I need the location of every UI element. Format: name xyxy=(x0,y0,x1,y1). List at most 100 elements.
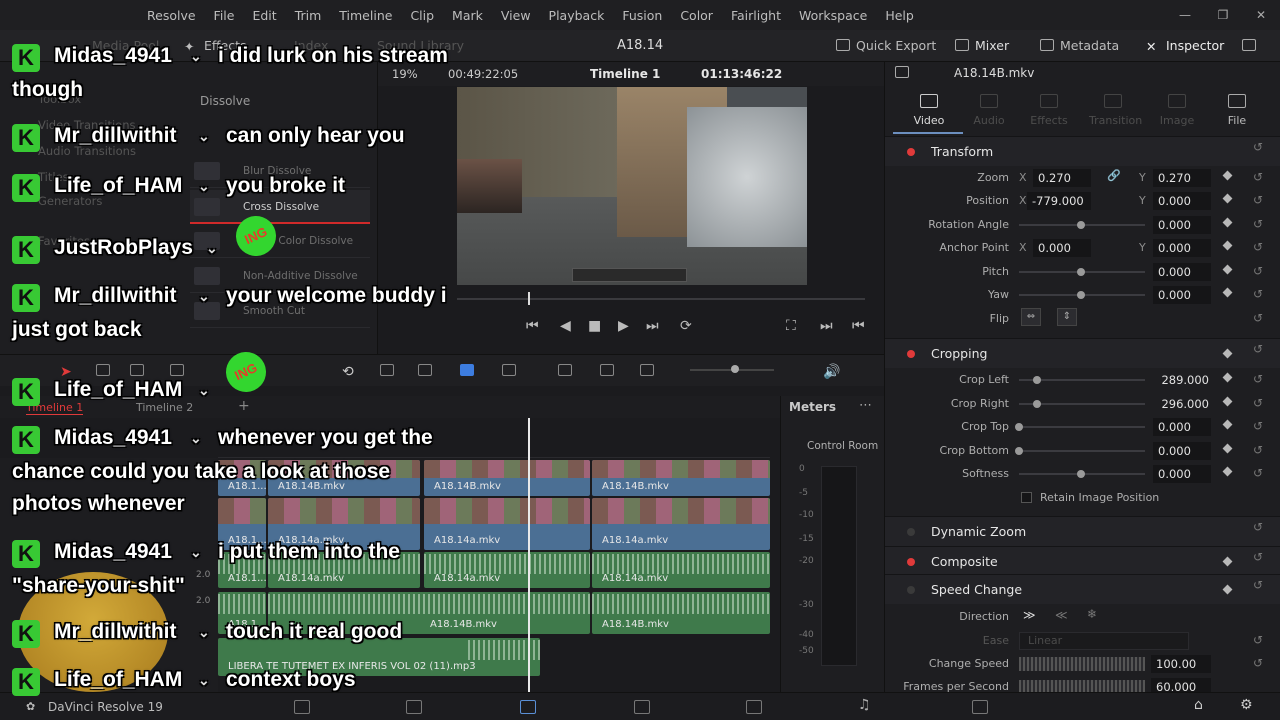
keyframe-icon[interactable] xyxy=(1222,419,1233,430)
reset-icon[interactable]: ↺ xyxy=(1253,240,1263,254)
fusion-page-icon[interactable] xyxy=(634,700,650,714)
transform-section[interactable]: Transform ↺ xyxy=(885,136,1280,166)
menu-edit[interactable]: Edit xyxy=(243,8,285,23)
keyframe-icon[interactable] xyxy=(1222,217,1233,228)
retain-checkbox[interactable] xyxy=(1021,492,1032,503)
loop-icon[interactable]: ⟳ xyxy=(680,318,692,334)
reset-icon[interactable]: ↺ xyxy=(1253,342,1263,356)
menu-help[interactable]: Help xyxy=(876,8,923,23)
generators-item[interactable]: Generators xyxy=(38,194,102,208)
effects-button[interactable]: ✦ Effects xyxy=(184,38,247,54)
anchor-y-field[interactable]: 0.000 xyxy=(1153,239,1211,257)
deliver-page-icon[interactable] xyxy=(972,700,988,714)
clip-v2-b[interactable]: A18.14B.mkv xyxy=(268,460,420,496)
zoom-y-field[interactable]: 0.270 xyxy=(1153,169,1211,187)
dynamic-trim-icon[interactable] xyxy=(130,364,144,376)
fx-smooth-cut[interactable]: Smooth Cut xyxy=(190,294,370,328)
crop-bottom-field[interactable]: 0.000 xyxy=(1153,442,1211,460)
enable-dot[interactable] xyxy=(907,148,915,156)
layout-icon[interactable] xyxy=(1242,38,1262,53)
menu-timeline[interactable]: Timeline xyxy=(330,8,401,23)
keyframe-icon[interactable] xyxy=(1222,264,1233,275)
fx-blur-dissolve[interactable]: Blur Dissolve xyxy=(190,154,370,188)
flip-horizontal-icon[interactable]: ⇔ xyxy=(1021,308,1041,326)
tab-image[interactable]: Image xyxy=(1153,94,1201,127)
fps-slider[interactable] xyxy=(1019,680,1145,692)
menu-trim[interactable]: Trim xyxy=(286,8,331,23)
tab-audio[interactable]: Audio xyxy=(965,94,1013,127)
viewer-playhead[interactable] xyxy=(528,292,530,305)
link-icon[interactable] xyxy=(380,364,394,376)
media-page-icon[interactable] xyxy=(294,700,310,714)
reset-icon[interactable]: ↺ xyxy=(1253,287,1263,301)
menu-fairlight[interactable]: Fairlight xyxy=(722,8,790,23)
slider-knob[interactable] xyxy=(1077,291,1085,299)
reset-icon[interactable]: ↺ xyxy=(1253,443,1263,457)
metadata-button[interactable]: Metadata xyxy=(1040,38,1119,53)
quick-export-button[interactable]: Quick Export xyxy=(836,38,936,53)
menu-file[interactable]: File xyxy=(205,8,244,23)
index-button[interactable]: Index xyxy=(294,38,328,53)
pitch-field[interactable]: 0.000 xyxy=(1153,263,1211,281)
clip-v1-d[interactable]: A18.14a.mkv xyxy=(592,498,770,550)
softness-field[interactable]: 0.000 xyxy=(1153,465,1211,483)
reset-icon[interactable]: ↺ xyxy=(1253,264,1263,278)
menu-mark[interactable]: Mark xyxy=(443,8,492,23)
clip-v2-d[interactable]: A18.14B.mkv xyxy=(592,460,770,496)
zoom-x-field[interactable]: 0.270 xyxy=(1033,169,1091,187)
slider-knob[interactable] xyxy=(1077,470,1085,478)
timeline-selector[interactable]: Timeline 1 xyxy=(590,67,660,81)
inspector-button[interactable]: ✕ Inspector xyxy=(1146,38,1224,54)
play-icon[interactable]: ▶ xyxy=(618,318,629,334)
timeline-playhead[interactable] xyxy=(528,418,530,692)
reverse-icon[interactable]: ◀ xyxy=(560,318,571,334)
forward-icon[interactable]: ≫ xyxy=(1023,608,1036,622)
reset-icon[interactable]: ↺ xyxy=(1253,193,1263,207)
sound-library-button[interactable]: Sound Library xyxy=(377,38,464,53)
enable-dot[interactable] xyxy=(907,586,915,594)
keyframe-icon[interactable] xyxy=(1222,348,1233,359)
clip-a1-c[interactable]: A18.14a.mkv xyxy=(424,552,590,588)
position-y-field[interactable]: 0.000 xyxy=(1153,192,1211,210)
clip-a2-a[interactable]: A18.1... xyxy=(218,592,266,634)
fx-non-additive[interactable]: Non-Additive Dissolve xyxy=(190,259,370,293)
close-icon[interactable]: ✕ xyxy=(1242,8,1280,22)
go-to-start-icon[interactable]: ⏮ xyxy=(526,318,539,334)
slider-knob[interactable] xyxy=(1033,376,1041,384)
reset-icon[interactable]: ↺ xyxy=(1253,372,1263,386)
next-clip-icon[interactable]: ⏭ xyxy=(820,318,833,334)
enable-dot[interactable] xyxy=(907,558,915,566)
blade-tool-icon[interactable] xyxy=(170,364,184,376)
speed-change-section[interactable]: Speed Change ↺ xyxy=(885,574,1280,604)
reset-icon[interactable]: ↺ xyxy=(1253,140,1263,154)
freeze-icon[interactable]: ❄ xyxy=(1087,607,1097,621)
keyframe-icon[interactable] xyxy=(1222,466,1233,477)
lock-icon[interactable] xyxy=(418,364,432,376)
crop-right-field[interactable]: 296.000 xyxy=(1143,395,1211,413)
rotation-field[interactable]: 0.000 xyxy=(1153,216,1211,234)
fx-dip-to-color[interactable]: Dip To Color Dissolve xyxy=(190,224,370,258)
clip-a2-c[interactable]: A18.14B.mkv xyxy=(592,592,770,634)
yaw-field[interactable]: 0.000 xyxy=(1153,286,1211,304)
fps-field[interactable]: 60.000 xyxy=(1151,678,1211,692)
keyframe-icon[interactable] xyxy=(1222,584,1233,595)
tab-timeline-2[interactable]: Timeline 2 xyxy=(136,401,193,414)
viewer-canvas[interactable] xyxy=(457,87,807,285)
flip-vertical-icon[interactable]: ⇕ xyxy=(1057,308,1077,326)
mixer-button[interactable]: Mixer xyxy=(955,38,1009,53)
tab-transition[interactable]: Transition xyxy=(1089,94,1142,127)
tab-effects[interactable]: Effects xyxy=(1025,94,1073,127)
composite-section[interactable]: Composite ↺ xyxy=(885,546,1280,576)
keyframe-icon[interactable] xyxy=(1222,240,1233,251)
zoom-full-icon[interactable] xyxy=(558,364,572,376)
restore-icon[interactable]: ❐ xyxy=(1204,8,1242,22)
menu-playback[interactable]: Playback xyxy=(540,8,614,23)
reset-icon[interactable]: ↺ xyxy=(1253,520,1263,534)
reset-icon[interactable]: ↺ xyxy=(1253,633,1263,647)
keyframe-icon[interactable] xyxy=(1222,443,1233,454)
link-icon[interactable]: 🔗 xyxy=(1107,169,1121,182)
crop-left-field[interactable]: 289.000 xyxy=(1143,371,1211,389)
toolbox-label[interactable]: Toolbox xyxy=(38,92,81,106)
keyframe-icon[interactable] xyxy=(1222,170,1233,181)
clip-a1-a[interactable]: A18.1... xyxy=(218,552,266,588)
